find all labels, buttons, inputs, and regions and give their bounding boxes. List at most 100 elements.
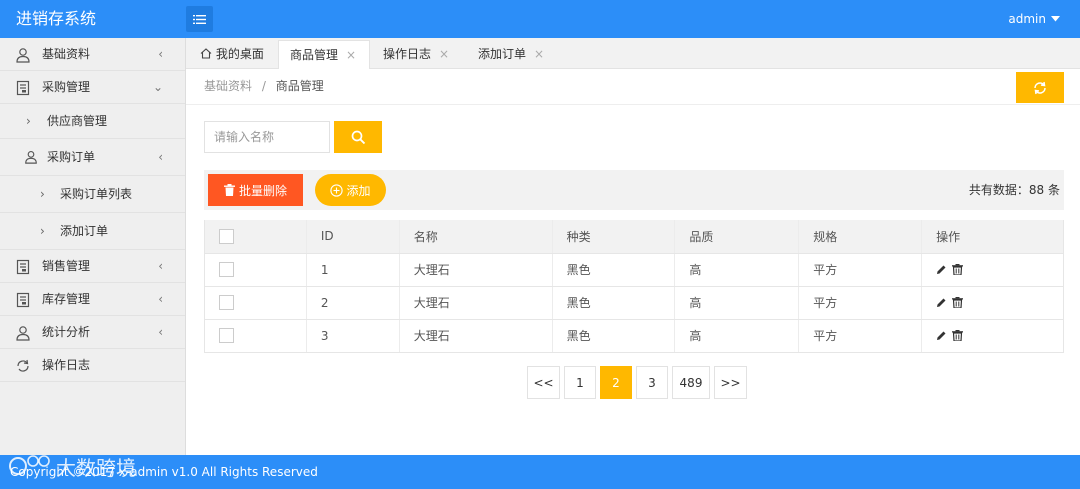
trash-icon[interactable] (952, 264, 964, 275)
cell-spec: 平方 (798, 286, 922, 320)
row-checkbox[interactable] (219, 328, 234, 343)
chevron-right-icon: › (40, 187, 45, 201)
header-quality: 品质 (674, 220, 799, 254)
chevron-left-icon: ‹ (158, 150, 163, 164)
breadcrumb-parent[interactable]: 基础资料 (204, 79, 252, 93)
tab-label: 我的桌面 (215, 47, 264, 61)
doc-icon (16, 80, 30, 96)
tab-bar: 我的桌面 商品管理 × 操作日志 × 添加订单 × (186, 38, 1080, 69)
menu-toggle-button[interactable] (186, 6, 213, 32)
sidebar-item-inventory[interactable]: 库存管理 ‹ (0, 283, 185, 316)
total-count: 共有数据：88 条 (968, 183, 1060, 197)
chevron-left-icon: ‹ (158, 292, 163, 306)
sidebar-item-label: 统计分析 (42, 325, 91, 339)
sidebar-item-operation-log[interactable]: 操作日志 (0, 349, 185, 382)
chevron-left-icon: ‹ (158, 47, 163, 61)
add-button[interactable]: 添加 (315, 174, 386, 206)
row-select-cell (204, 286, 307, 320)
cell-quality: 高 (674, 319, 799, 353)
refresh-circle-icon (17, 359, 29, 372)
sidebar-item-sales[interactable]: 销售管理 ‹ (0, 250, 185, 283)
header-id: ID (305, 220, 400, 254)
table-header-row: ID 名称 种类 品质 规格 操作 (204, 220, 1064, 254)
trash-icon[interactable] (952, 297, 964, 308)
cell-quality: 高 (674, 253, 799, 287)
row-select-cell (204, 319, 307, 353)
row-checkbox[interactable] (219, 262, 234, 277)
page-last[interactable]: >> (714, 366, 747, 399)
sidebar-item-label: 基础资料 (42, 47, 91, 61)
trash-icon[interactable] (952, 330, 964, 341)
cell-kind: 黑色 (551, 286, 675, 320)
tab-add-order[interactable]: 添加订单 × (478, 40, 558, 69)
page-2-current[interactable]: 2 (600, 366, 632, 399)
caret-down-icon (1051, 16, 1060, 22)
trash-icon (223, 184, 235, 196)
product-table: ID 名称 种类 品质 规格 操作 1 大理石 黑色 高 平方 2 大理石 黑色… (204, 220, 1064, 353)
search-button[interactable] (334, 121, 382, 153)
home-icon (200, 48, 212, 59)
sidebar-item-purchase[interactable]: 采购管理 ⌄ (0, 71, 185, 104)
sidebar-item-label: 操作日志 (42, 358, 91, 372)
sidebar-item-basic-data[interactable]: 基础资料 ‹ (0, 38, 185, 71)
refresh-button[interactable] (1016, 72, 1064, 103)
sidebar-item-add-order[interactable]: › 添加订单 (0, 213, 185, 250)
row-select-cell (204, 253, 307, 287)
user-icon (16, 326, 30, 341)
page-first[interactable]: << (527, 366, 560, 399)
sidebar-item-supplier[interactable]: › 供应商管理 (0, 104, 185, 139)
breadcrumb-separator: / (261, 79, 266, 93)
header-name: 名称 (398, 220, 553, 254)
batch-delete-label: 批量删除 (238, 183, 287, 198)
watermark-text: 大数跨境 (56, 455, 136, 480)
table-row: 2 大理石 黑色 高 平方 (204, 286, 1064, 320)
tab-product-management[interactable]: 商品管理 × (278, 40, 370, 69)
edit-icon[interactable] (936, 330, 947, 341)
cell-actions (921, 253, 1064, 287)
table-row: 3 大理石 黑色 高 平方 (204, 319, 1064, 353)
edit-icon[interactable] (936, 264, 947, 275)
sidebar-item-label: 库存管理 (42, 292, 91, 306)
page-489[interactable]: 489 (672, 366, 710, 399)
cell-kind: 黑色 (551, 253, 675, 287)
tab-my-desktop[interactable]: 我的桌面 (198, 40, 278, 69)
user-icon (16, 48, 30, 63)
row-checkbox[interactable] (219, 295, 234, 310)
sidebar-item-purchase-order-list[interactable]: › 采购订单列表 (0, 176, 185, 213)
app-title: 进销存系统 (16, 9, 97, 28)
refresh-icon (1034, 81, 1046, 94)
top-header: 进销存系统 admin (0, 0, 1080, 38)
chevron-right-icon: › (40, 224, 45, 238)
footer: Copyright ©2017 x-admin v1.0 All Rights … (0, 455, 1080, 489)
page-1[interactable]: 1 (564, 366, 596, 399)
select-all-checkbox[interactable] (219, 228, 234, 244)
sidebar-item-label: 采购订单 (47, 150, 96, 164)
breadcrumb-current: 商品管理 (275, 79, 324, 93)
chevron-right-icon: › (26, 114, 31, 128)
edit-icon[interactable] (936, 297, 947, 308)
header-select-all[interactable] (204, 220, 307, 254)
page-3[interactable]: 3 (636, 366, 668, 399)
batch-delete-button[interactable]: 批量删除 (208, 174, 303, 206)
cell-id: 3 (305, 319, 400, 353)
cell-name: 大理石 (398, 319, 553, 353)
user-menu[interactable]: admin (1008, 0, 1060, 38)
sidebar-item-label: 销售管理 (42, 259, 91, 273)
search-icon (351, 130, 365, 144)
watermark: 大数跨境 (8, 451, 136, 481)
chevron-left-icon: ‹ (158, 325, 163, 339)
close-icon[interactable]: × (439, 47, 449, 61)
cell-id: 2 (305, 286, 400, 320)
cell-quality: 高 (674, 286, 799, 320)
header-spec: 规格 (798, 220, 922, 254)
cell-kind: 黑色 (551, 319, 675, 353)
search-input[interactable] (204, 121, 330, 153)
sidebar-item-statistics[interactable]: 统计分析 ‹ (0, 316, 185, 349)
close-icon[interactable]: × (534, 47, 544, 61)
tab-operation-log[interactable]: 操作日志 × (383, 40, 463, 69)
header-actions: 操作 (921, 220, 1064, 254)
sidebar-item-label: 添加订单 (60, 224, 109, 238)
sidebar-item-purchase-order[interactable]: 采购订单 ‹ (0, 139, 185, 176)
add-circle-icon (330, 183, 344, 197)
close-icon[interactable]: × (346, 48, 356, 62)
